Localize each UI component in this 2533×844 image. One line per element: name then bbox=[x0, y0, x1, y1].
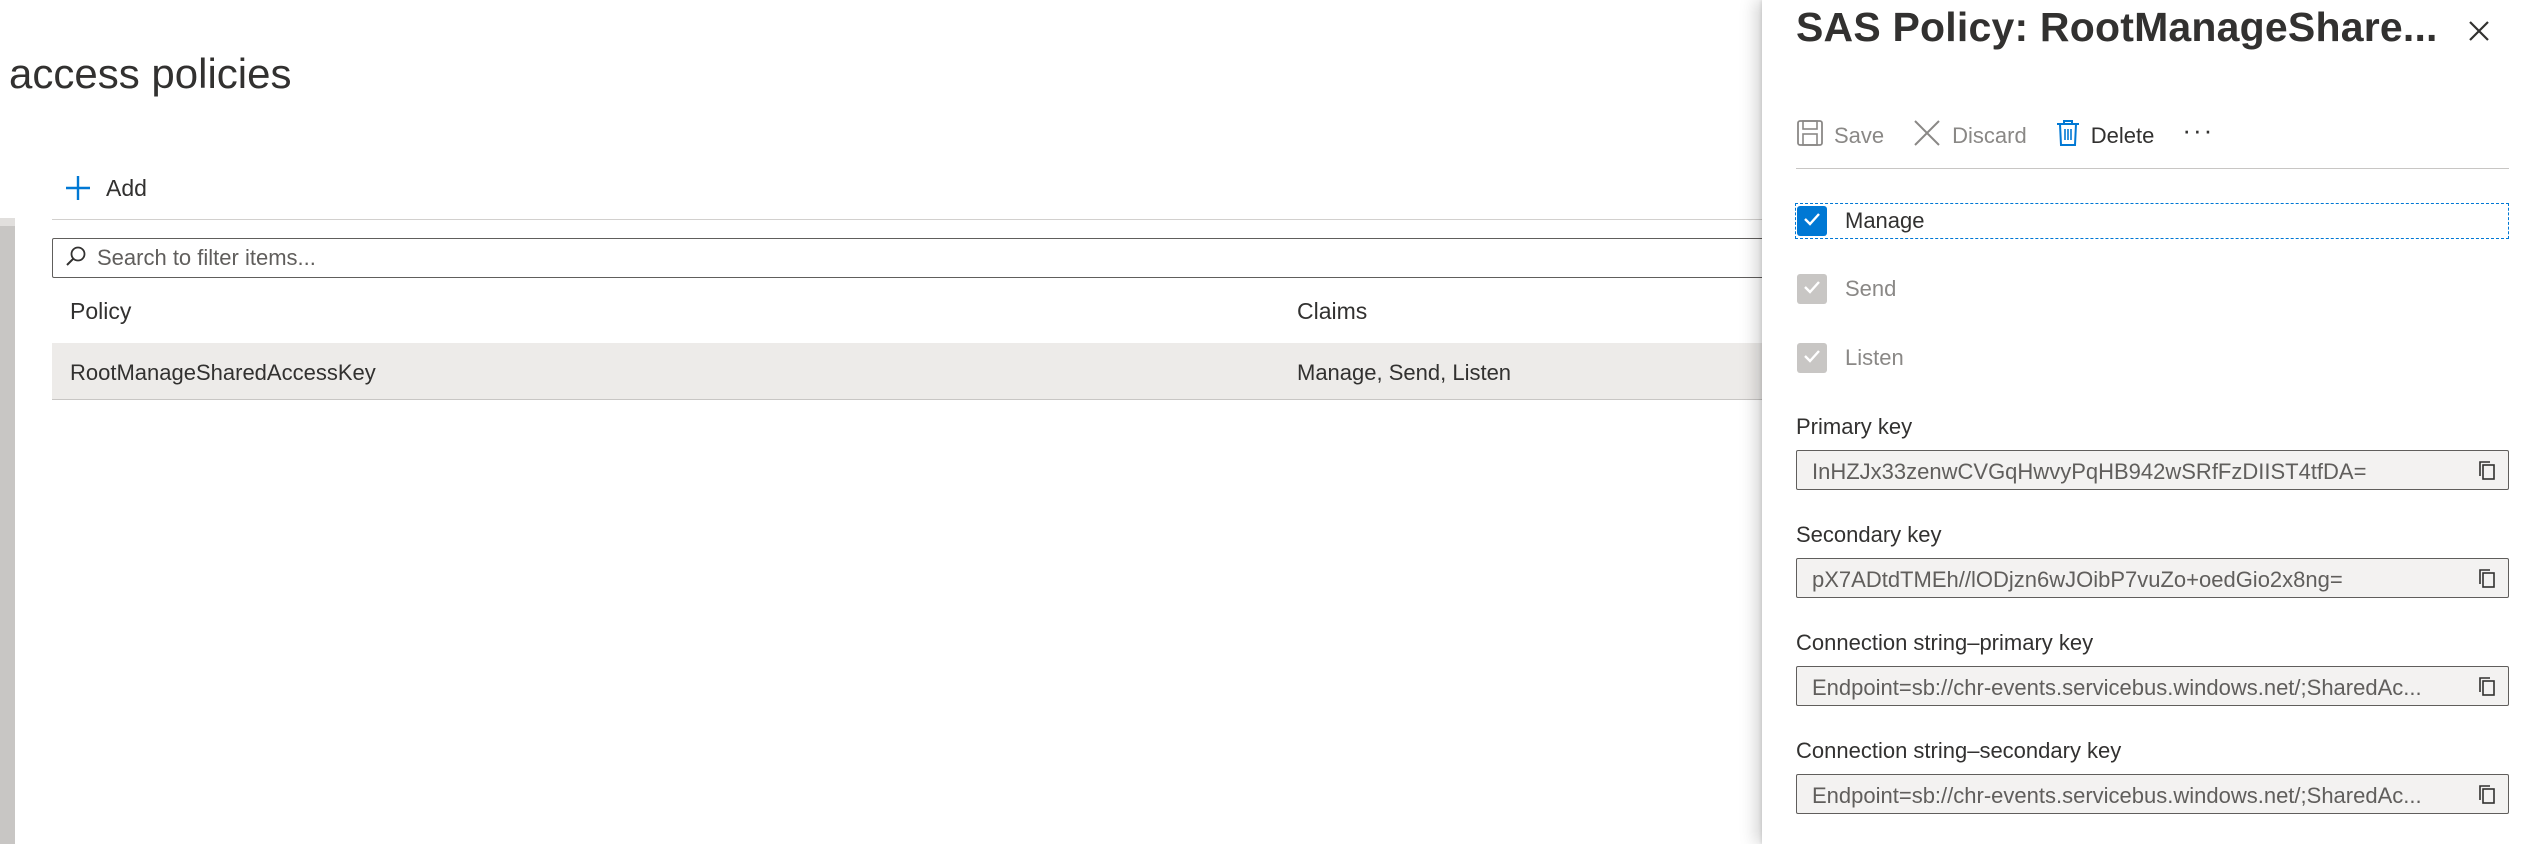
plus-icon bbox=[64, 174, 92, 202]
send-checkbox-row[interactable]: Send bbox=[1796, 272, 1896, 306]
checkmark-icon bbox=[1801, 345, 1823, 372]
scrollbar-arrow[interactable] bbox=[0, 218, 15, 226]
panel-toolbar: Save Discard Delete ··· bbox=[1796, 115, 2214, 156]
save-label: Save bbox=[1834, 123, 1885, 148]
save-icon bbox=[1796, 119, 1824, 153]
manage-label: Manage bbox=[1845, 208, 1925, 233]
policy-name-cell: RootManageSharedAccessKey bbox=[70, 360, 376, 385]
copy-icon[interactable] bbox=[2476, 676, 2498, 698]
table-row[interactable]: RootManageSharedAccessKey Manage, Send, … bbox=[52, 343, 1772, 400]
discard-button[interactable]: Discard bbox=[1912, 118, 2027, 154]
manage-checkbox[interactable] bbox=[1797, 206, 1827, 236]
save-button[interactable]: Save bbox=[1796, 119, 1884, 153]
connection-string-secondary-field[interactable]: Endpoint=sb://chr-events.servicebus.wind… bbox=[1796, 774, 2509, 814]
connection-string-primary-value[interactable]: Endpoint=sb://chr-events.servicebus.wind… bbox=[1812, 675, 2452, 701]
delete-label: Delete bbox=[2090, 123, 2155, 148]
discard-icon bbox=[1912, 118, 1942, 154]
connection-string-secondary-value[interactable]: Endpoint=sb://chr-events.servicebus.wind… bbox=[1812, 783, 2452, 809]
secondary-key-field[interactable]: pX7ADtdTMEh//lODjzn6wJOibP7vuZo+oedGio2x… bbox=[1796, 558, 2509, 598]
primary-key-field[interactable]: InHZJx33zenwCVGqHwvyPqHB942wSRfFzDIIST4t… bbox=[1796, 450, 2509, 490]
add-policy-button[interactable]: Add bbox=[64, 168, 147, 208]
secondary-key-value[interactable]: pX7ADtdTMEh//lODjzn6wJOibP7vuZo+oedGio2x… bbox=[1812, 567, 2452, 593]
copy-icon[interactable] bbox=[2476, 784, 2498, 806]
primary-key-label: Primary key bbox=[1796, 414, 1913, 439]
claims-cell: Manage, Send, Listen bbox=[1297, 360, 1512, 385]
connection-string-secondary-label: Connection string–secondary key bbox=[1796, 738, 2122, 763]
close-panel-button[interactable] bbox=[2462, 14, 2496, 48]
left-scrollbar[interactable] bbox=[0, 226, 15, 844]
connection-string-primary-label: Connection string–primary key bbox=[1796, 630, 2094, 655]
toolbar-divider bbox=[1796, 168, 2509, 169]
primary-key-value[interactable]: InHZJx33zenwCVGqHwvyPqHB942wSRfFzDIIST4t… bbox=[1812, 459, 2452, 485]
copy-icon[interactable] bbox=[2476, 568, 2498, 590]
page-title: d access policies bbox=[0, 50, 292, 97]
connection-string-primary-field[interactable]: Endpoint=sb://chr-events.servicebus.wind… bbox=[1796, 666, 2509, 706]
column-header-claims[interactable]: Claims bbox=[1297, 298, 1367, 325]
add-label: Add bbox=[106, 174, 147, 201]
panel-title: SAS Policy: RootManageShare... bbox=[1796, 4, 2438, 50]
listen-checkbox[interactable] bbox=[1797, 343, 1827, 373]
listen-label: Listen bbox=[1845, 345, 1904, 370]
send-label: Send bbox=[1845, 276, 1897, 301]
command-bar-divider bbox=[52, 219, 1772, 220]
secondary-key-label: Secondary key bbox=[1796, 522, 1942, 547]
discard-label: Discard bbox=[1952, 123, 2027, 148]
sas-policy-panel: SAS Policy: RootManageShare... Save Disc… bbox=[1762, 0, 2533, 844]
column-header-policy[interactable]: Policy bbox=[70, 298, 131, 325]
checkmark-icon bbox=[1801, 276, 1823, 303]
send-checkbox[interactable] bbox=[1797, 274, 1827, 304]
manage-checkbox-row[interactable]: Manage bbox=[1795, 203, 2509, 239]
search-input[interactable] bbox=[95, 244, 1771, 272]
delete-button[interactable]: Delete bbox=[2055, 118, 2155, 154]
checkmark-icon bbox=[1801, 208, 1823, 235]
delete-icon bbox=[2055, 118, 2081, 154]
search-box[interactable] bbox=[52, 238, 1772, 278]
search-icon bbox=[53, 245, 95, 272]
copy-icon[interactable] bbox=[2476, 460, 2498, 482]
close-icon bbox=[2462, 21, 2496, 52]
listen-checkbox-row[interactable]: Listen bbox=[1796, 341, 1904, 375]
more-actions-button[interactable]: ··· bbox=[2182, 115, 2214, 146]
